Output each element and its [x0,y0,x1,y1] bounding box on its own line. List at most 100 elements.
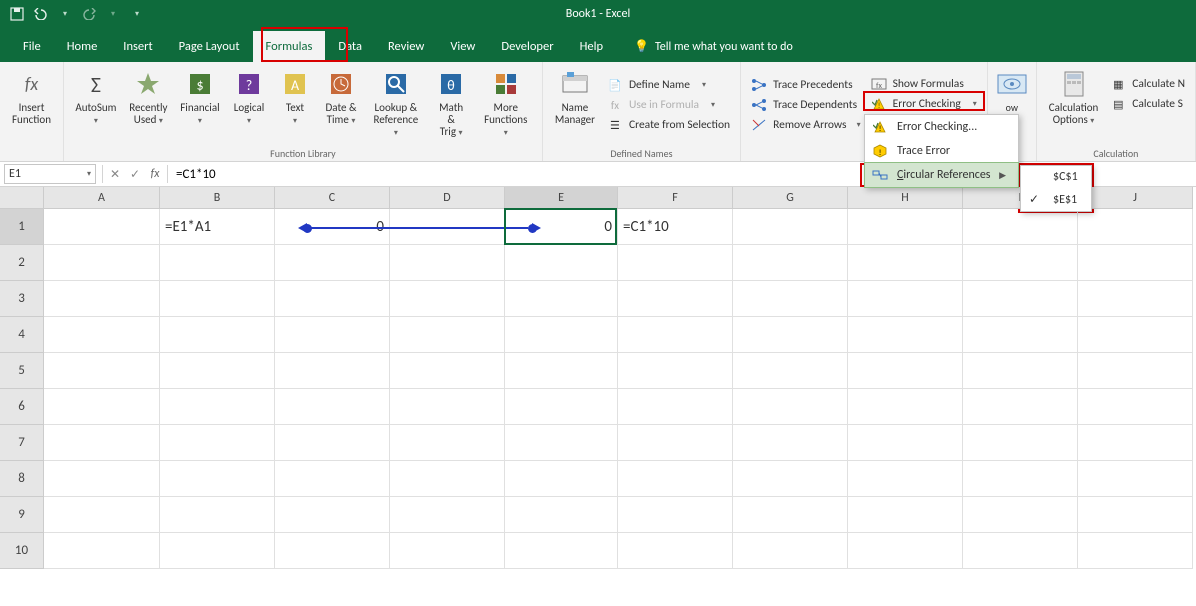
cell-j8[interactable] [1078,461,1193,497]
cell-h1[interactable] [848,209,963,245]
cell-b5[interactable] [160,353,275,389]
cell-d10[interactable] [390,533,505,569]
cell-h3[interactable] [848,281,963,317]
col-header-f[interactable]: F [618,187,733,209]
qat-customize-icon[interactable]: ▾ [128,5,146,23]
cell-e10[interactable] [505,533,618,569]
cell-d7[interactable] [390,425,505,461]
cell-h2[interactable] [848,245,963,281]
cell-h4[interactable] [848,317,963,353]
cell-c6[interactable] [275,389,390,425]
col-header-j[interactable]: J [1078,187,1193,209]
cell-e2[interactable] [505,245,618,281]
cell-i8[interactable] [963,461,1078,497]
show-formulas-button[interactable]: fxShow Formulas [867,75,981,93]
cell-i2[interactable] [963,245,1078,281]
cell-g5[interactable] [733,353,848,389]
math-trig-button[interactable]: θMath & Trig ▾ [429,66,474,140]
tab-file[interactable]: File [10,31,54,62]
cell-i6[interactable] [963,389,1078,425]
cell-d2[interactable] [390,245,505,281]
cell-f10[interactable] [618,533,733,569]
cell-f3[interactable] [618,281,733,317]
circular-ref-item-c1[interactable]: $C$1 [1021,166,1091,188]
col-header-d[interactable]: D [390,187,505,209]
save-icon[interactable] [8,5,26,23]
cell-f4[interactable] [618,317,733,353]
col-header-h[interactable]: H [848,187,963,209]
cell-b2[interactable] [160,245,275,281]
cell-h6[interactable] [848,389,963,425]
insert-function-button[interactable]: fx Insert Function [6,66,57,128]
menu-trace-error[interactable]: ! Trace Error [865,139,1018,163]
cell-g3[interactable] [733,281,848,317]
calculate-sheet-button[interactable]: ▤Calculate S [1106,95,1189,113]
tab-developer[interactable]: Developer [488,31,566,62]
cell-e9[interactable] [505,497,618,533]
cell-b4[interactable] [160,317,275,353]
lookup-button[interactable]: Lookup & Reference ▾ [365,66,427,140]
watch-window-button[interactable]: ow [990,66,1034,115]
circular-ref-item-e1[interactable]: ✓ $E$1 [1021,188,1091,211]
tab-page-layout[interactable]: Page Layout [166,31,253,62]
cell-f1[interactable]: =C1*10 [618,209,733,245]
error-checking-button[interactable]: !Error Checking ▾ [867,95,981,113]
cell-i1[interactable] [963,209,1078,245]
cell-j9[interactable] [1078,497,1193,533]
cell-h10[interactable] [848,533,963,569]
cell-f7[interactable] [618,425,733,461]
recently-used-button[interactable]: Recently Used ▾ [124,66,173,128]
cell-e6[interactable] [505,389,618,425]
autosum-button[interactable]: ΣAutoSum▾ [70,66,122,128]
tab-help[interactable]: Help [567,31,616,62]
cell-d9[interactable] [390,497,505,533]
cell-e4[interactable] [505,317,618,353]
select-all-corner[interactable] [0,187,44,209]
cell-c3[interactable] [275,281,390,317]
cell-d5[interactable] [390,353,505,389]
more-functions-button[interactable]: More Functions ▾ [476,66,536,140]
calculation-options-button[interactable]: Calculation Options ▾ [1043,66,1105,128]
cell-i9[interactable] [963,497,1078,533]
cell-f2[interactable] [618,245,733,281]
cell-g9[interactable] [733,497,848,533]
trace-precedents-button[interactable]: Trace Precedents [747,76,865,94]
cell-e7[interactable] [505,425,618,461]
cell-f5[interactable] [618,353,733,389]
create-from-selection-button[interactable]: ☰Create from Selection [603,116,734,134]
cell-a1[interactable] [44,209,160,245]
row-header-6[interactable]: 6 [0,389,44,425]
cell-j3[interactable] [1078,281,1193,317]
cell-a10[interactable] [44,533,160,569]
name-box-dropdown-icon[interactable]: ▾ [87,169,91,179]
cell-d3[interactable] [390,281,505,317]
cell-j6[interactable] [1078,389,1193,425]
define-name-button[interactable]: 📄Define Name ▾ [603,76,734,94]
cell-i5[interactable] [963,353,1078,389]
cell-a5[interactable] [44,353,160,389]
cell-i7[interactable] [963,425,1078,461]
undo-dropdown-icon[interactable]: ▾ [56,5,74,23]
text-button[interactable]: AText▾ [273,66,317,128]
cell-j1[interactable] [1078,209,1193,245]
cell-b9[interactable] [160,497,275,533]
col-header-e[interactable]: E [505,187,618,209]
row-header-3[interactable]: 3 [0,281,44,317]
cell-i4[interactable] [963,317,1078,353]
cell-e5[interactable] [505,353,618,389]
cell-h8[interactable] [848,461,963,497]
cell-a4[interactable] [44,317,160,353]
menu-circular-references[interactable]: CCircular Referencesircular References ▶ [865,163,1018,187]
cell-a2[interactable] [44,245,160,281]
cell-a3[interactable] [44,281,160,317]
cell-i3[interactable] [963,281,1078,317]
cell-g2[interactable] [733,245,848,281]
calculate-now-button[interactable]: ▦Calculate N [1106,75,1189,93]
cell-b1[interactable]: =E1*A1 [160,209,275,245]
row-header-7[interactable]: 7 [0,425,44,461]
col-header-g[interactable]: G [733,187,848,209]
cell-b3[interactable] [160,281,275,317]
row-header-1[interactable]: 1 [0,209,44,245]
logical-button[interactable]: ?Logical▾ [227,66,271,128]
tab-view[interactable]: View [437,31,488,62]
